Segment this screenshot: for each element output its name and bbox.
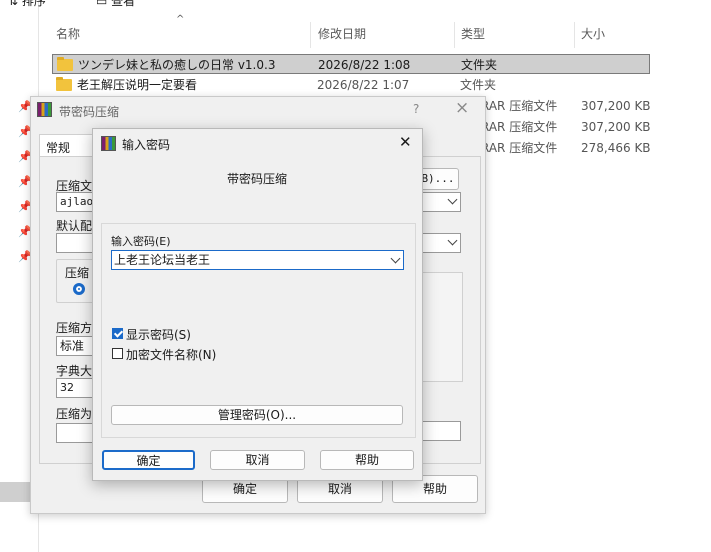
- split-volumes-label: 压缩为: [56, 407, 93, 421]
- format-radio[interactable]: [73, 283, 85, 295]
- help-button[interactable]: 帮助: [320, 450, 414, 470]
- column-header-size[interactable]: 大小: [581, 20, 605, 46]
- show-password-checkbox[interactable]: [112, 328, 123, 339]
- winrar-icon: [37, 102, 52, 117]
- chevron-down-icon: [447, 194, 458, 205]
- default-profile-label: 默认配: [56, 219, 93, 233]
- winrar-icon: [101, 136, 116, 151]
- file-type: RAR 压缩文件: [481, 99, 558, 113]
- archive-name-dropdown[interactable]: [419, 192, 461, 212]
- file-date: 2026/8/22 1:08: [318, 58, 411, 72]
- sort-label: 排序: [21, 0, 46, 8]
- file-type: 文件夹: [460, 78, 497, 92]
- file-row[interactable]: ツンデレ妹と私の癒しの日常 v1.0.3 2026/8/22 1:08 文件夹: [52, 54, 650, 74]
- password-input[interactable]: 上老王论坛当老王: [111, 250, 404, 270]
- nav-selected-item[interactable]: [0, 482, 30, 502]
- password-label: 输入密码(E): [111, 235, 171, 248]
- format-label: 压缩: [65, 266, 90, 280]
- password-value: 上老王论坛当老王: [114, 253, 211, 267]
- file-size: 307,200 KB: [581, 120, 651, 134]
- chevron-down-icon[interactable]: [390, 253, 401, 264]
- enter-password-dialog: 输入密码 ✕ 带密码压缩 输入密码(E) 上老王论坛当老王 显示密码(S) 加密…: [92, 128, 423, 481]
- close-icon[interactable]: ✕: [399, 133, 412, 151]
- archive-name-field[interactable]: ajlaov: [56, 192, 96, 212]
- column-header-type[interactable]: 类型: [461, 20, 485, 46]
- method-dropdown[interactable]: 标准: [56, 336, 96, 356]
- chevron-down-icon: [447, 235, 458, 246]
- file-type: RAR 压缩文件: [481, 141, 558, 155]
- toolbar-view[interactable]: ▭ 查看: [96, 0, 135, 9]
- encrypt-filenames-checkbox[interactable]: [112, 348, 123, 359]
- ok-button[interactable]: 确定: [102, 450, 195, 470]
- set-password-field[interactable]: [419, 421, 461, 441]
- dialog-title: 带密码压缩: [59, 105, 120, 119]
- tab-general-label: 常规: [46, 141, 71, 155]
- browse-button[interactable]: B)...: [417, 168, 459, 190]
- file-size: 307,200 KB: [581, 99, 651, 113]
- cancel-button[interactable]: 取消: [210, 450, 305, 470]
- show-password-label: 显示密码(S): [126, 328, 191, 342]
- options-group: [419, 272, 463, 382]
- sort-ascending-icon: ^: [176, 14, 185, 25]
- column-header-date[interactable]: 修改日期: [318, 20, 366, 46]
- encrypt-filenames-label: 加密文件名称(N): [126, 348, 217, 362]
- update-mode-dropdown[interactable]: [419, 233, 461, 253]
- file-size: 278,466 KB: [581, 141, 651, 155]
- toolbar-sort[interactable]: ⇅ 排序: [8, 0, 46, 9]
- close-icon[interactable]: ×: [455, 98, 469, 118]
- column-separator[interactable]: [454, 22, 455, 48]
- file-name: 老王解压说明一定要看: [77, 78, 198, 92]
- file-row[interactable]: 老王解压说明一定要看 2026/8/22 1:07 文件夹: [52, 75, 650, 95]
- view-label: 查看: [111, 0, 136, 8]
- dictionary-label: 字典大: [56, 364, 93, 378]
- column-separator[interactable]: [310, 22, 311, 48]
- file-type: RAR 压缩文件: [481, 120, 558, 134]
- file-type: 文件夹: [461, 58, 498, 72]
- manage-passwords-button[interactable]: 管理密码(O)...: [111, 405, 403, 425]
- file-name: ツンデレ妹と私の癒しの日常 v1.0.3: [78, 58, 276, 72]
- profile-field[interactable]: [56, 233, 96, 253]
- method-label: 压缩方: [56, 321, 93, 335]
- folder-icon: [56, 77, 72, 91]
- dictionary-dropdown[interactable]: 32: [56, 378, 96, 398]
- column-separator[interactable]: [574, 22, 575, 48]
- folder-icon: [57, 57, 73, 71]
- dialog-heading: 带密码压缩: [227, 172, 288, 186]
- file-date: 2026/8/22 1:07: [317, 78, 410, 92]
- dialog-title: 输入密码: [122, 138, 171, 152]
- help-icon[interactable]: ?: [413, 102, 419, 116]
- tab-general[interactable]: 常规: [39, 134, 93, 157]
- split-volumes-field[interactable]: [56, 423, 96, 443]
- column-header-name[interactable]: 名称: [56, 20, 80, 46]
